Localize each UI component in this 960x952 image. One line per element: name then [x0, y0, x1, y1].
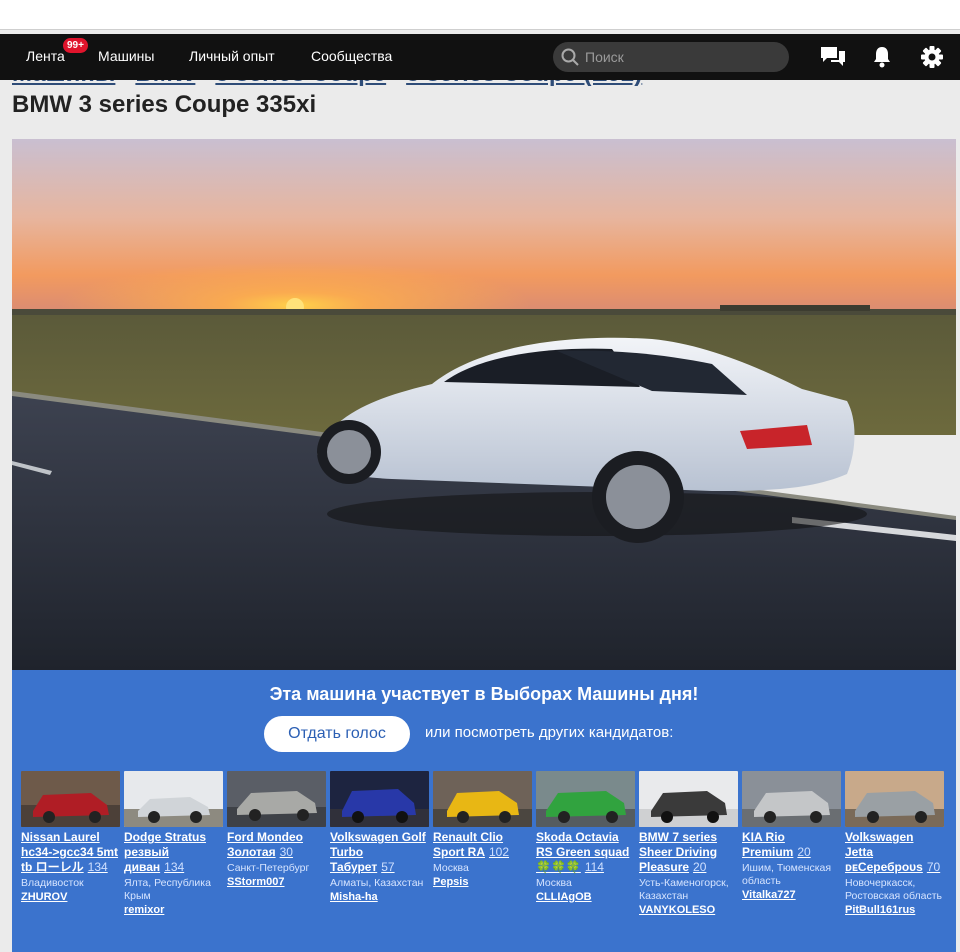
- candidate-card: Nissan Laurel hc34->gcc34 5mt tb ローレル 134…: [21, 771, 120, 904]
- candidate-card: BMW 7 series Sheer Driving Pleasure 20 Ус…: [639, 771, 738, 917]
- search-input[interactable]: [585, 46, 781, 68]
- other-candidates-text: или посмотреть других кандидатов:: [425, 724, 674, 741]
- nav-item-feed[interactable]: Лента: [26, 48, 65, 64]
- candidate-city: Алматы, Казахстан: [330, 877, 424, 889]
- candidate-title: Skoda Octavia RS Green squad 🍀🍀🍀: [536, 830, 630, 874]
- candidate-owner-link[interactable]: remixor: [124, 903, 223, 917]
- candidate-card: KIA Rio Premium 20 Ишим, Тюменская област…: [742, 771, 841, 902]
- candidate-thumbnail[interactable]: [124, 771, 223, 827]
- candidate-city: Владивосток: [21, 877, 84, 889]
- candidate-owner-link[interactable]: PitBull161rus: [845, 903, 944, 917]
- candidate-card: Volkswagen Golf Turbo Табурет 57 Алматы, …: [330, 771, 429, 904]
- candidate-title-link[interactable]: KIA Rio Premium 20: [742, 830, 841, 860]
- candidate-title-link[interactable]: Nissan Laurel hc34->gcc34 5mt tb ローレル 134: [21, 830, 120, 875]
- candidate-owner-link[interactable]: Pepsis: [433, 875, 532, 889]
- candidate-title-link[interactable]: Ford Mondeo Золотая 30: [227, 830, 326, 860]
- chat-icon[interactable]: [819, 44, 847, 70]
- candidate-votes: 102: [489, 845, 510, 859]
- candidate-card: Ford Mondeo Золотая 30 Санкт-Петербург SS…: [227, 771, 326, 889]
- candidate-city: Москва: [433, 862, 469, 874]
- candidate-votes: 57: [381, 860, 395, 874]
- candidate-city: Санкт-Петербург: [227, 862, 310, 874]
- candidate-thumbnail[interactable]: [742, 771, 841, 827]
- candidate-votes: 114: [584, 860, 604, 874]
- candidate-list: Nissan Laurel hc34->gcc34 5mt tb ローレル 134…: [21, 771, 951, 951]
- candidate-thumbnail[interactable]: [845, 771, 944, 827]
- candidate-city: Усть-Каменогорск, Казахстан: [639, 877, 729, 902]
- bell-icon[interactable]: [868, 44, 896, 70]
- candidate-thumbnail[interactable]: [227, 771, 326, 827]
- search-icon: [561, 48, 579, 66]
- candidate-thumbnail[interactable]: [536, 771, 635, 827]
- candidate-votes: 20: [797, 845, 811, 859]
- candidate-owner-link[interactable]: Vitalka727: [742, 888, 841, 902]
- candidate-thumbnail[interactable]: [639, 771, 738, 827]
- candidate-title: Volkswagen Golf Turbo Табурет: [330, 830, 426, 874]
- candidate-thumbnail[interactable]: [433, 771, 532, 827]
- candidate-card: Dodge Stratus резвый диван 134 Ялта, Респ…: [124, 771, 223, 917]
- candidate-title: Volkswagen Jetta ᴅᴇСеребрᴏᴜs: [845, 830, 923, 874]
- candidate-votes: 70: [926, 860, 941, 874]
- candidate-owner-link[interactable]: ZHUROV: [21, 890, 120, 904]
- candidate-votes: 134: [164, 860, 185, 874]
- candidate-city: Москва: [536, 877, 572, 889]
- candidate-city: Ялта, Республика Крым: [124, 877, 211, 902]
- candidate-votes: 20: [693, 860, 707, 874]
- candidate-title-link[interactable]: Volkswagen Golf Turbo Табурет 57: [330, 830, 429, 875]
- candidate-title: KIA Rio Premium: [742, 830, 794, 859]
- candidate-card: Renault Clio Sport RA 102 Москва Pepsis: [433, 771, 532, 889]
- candidate-title-link[interactable]: Volkswagen Jetta ᴅᴇСеребрᴏᴜs 70: [845, 830, 944, 875]
- search-box[interactable]: [553, 42, 789, 72]
- vote-title: Эта машина участвует в Выборах Машины дн…: [269, 684, 699, 704]
- candidate-title-link[interactable]: Renault Clio Sport RA 102: [433, 830, 532, 860]
- car-of-the-day-vote-panel: Эта машина участвует в Выборах Машины дн…: [12, 670, 956, 952]
- notification-badge: 99+: [63, 38, 88, 53]
- vote-button[interactable]: Отдать голос: [264, 716, 410, 752]
- candidate-votes: 134: [87, 860, 108, 874]
- candidate-card: Volkswagen Jetta ᴅᴇСеребрᴏᴜs 70 Новочерка…: [845, 771, 944, 917]
- candidate-owner-link[interactable]: CLLIAgOB: [536, 890, 635, 904]
- car-hero-photo[interactable]: [12, 139, 956, 670]
- candidate-city: Ишим, Тюменская область: [742, 862, 832, 887]
- candidate-thumbnail[interactable]: [21, 771, 120, 827]
- gear-icon[interactable]: [918, 44, 946, 70]
- browser-top-strip: [0, 0, 960, 30]
- candidate-title-link[interactable]: Dodge Stratus резвый диван 134: [124, 830, 223, 875]
- candidate-card: Skoda Octavia RS Green squad 🍀🍀🍀 114 Моск…: [536, 771, 635, 904]
- candidate-title-link[interactable]: Skoda Octavia RS Green squad 🍀🍀🍀 114: [536, 830, 635, 875]
- candidate-title-link[interactable]: BMW 7 series Sheer Driving Pleasure 20: [639, 830, 738, 875]
- nav-item-cars[interactable]: Машины: [98, 48, 154, 64]
- candidate-owner-link[interactable]: Misha-ha: [330, 890, 429, 904]
- top-navbar: Лента 99+ Машины Личный опыт Сообщества: [0, 34, 960, 80]
- candidate-owner-link[interactable]: VANYKOLESO: [639, 903, 738, 917]
- candidate-owner-link[interactable]: SStorm007: [227, 875, 326, 889]
- page-title: BMW 3 series Coupe 335xi: [12, 91, 317, 118]
- candidate-city: Новочеркасск, Ростовская область: [845, 877, 943, 902]
- candidate-thumbnail[interactable]: [330, 771, 429, 827]
- nav-item-communities[interactable]: Сообщества: [311, 48, 392, 64]
- candidate-votes: 30: [279, 845, 293, 859]
- nav-item-experience[interactable]: Личный опыт: [189, 48, 275, 64]
